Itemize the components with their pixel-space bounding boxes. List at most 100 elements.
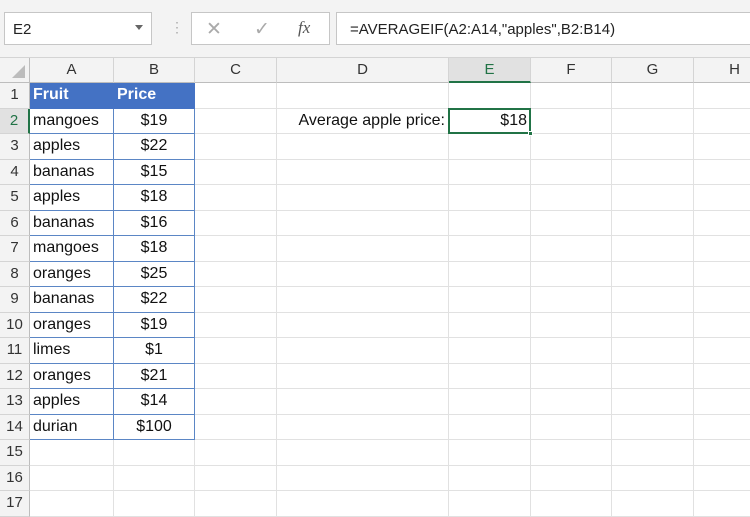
cell-h5[interactable] — [694, 185, 750, 211]
cell-d13[interactable] — [277, 389, 449, 415]
cell-f12[interactable] — [531, 363, 612, 389]
cell-h1[interactable] — [694, 83, 750, 109]
cell-g13[interactable] — [612, 389, 694, 415]
cell-c9[interactable] — [195, 287, 277, 313]
cell-b14[interactable]: $100 — [114, 414, 195, 440]
cell-c13[interactable] — [195, 389, 277, 415]
cell-g17[interactable] — [612, 491, 694, 517]
cell-e1[interactable] — [449, 83, 531, 109]
select-all-button[interactable] — [0, 58, 30, 83]
cell-h10[interactable] — [694, 313, 750, 338]
cell-d12[interactable] — [277, 363, 449, 389]
cell-b3[interactable]: $22 — [114, 134, 195, 160]
cell-d2[interactable]: Average apple price: — [277, 108, 449, 134]
cell-d7[interactable] — [277, 236, 449, 262]
cell-e9[interactable] — [449, 287, 531, 313]
drag-handle-icon[interactable]: ⋮ — [170, 19, 184, 36]
cell-f7[interactable] — [531, 236, 612, 262]
cell-a4[interactable]: bananas — [30, 159, 114, 185]
cell-e3[interactable] — [449, 134, 531, 160]
cell-c6[interactable] — [195, 210, 277, 236]
cell-a15[interactable] — [30, 440, 114, 466]
row-header-5[interactable]: 5 — [0, 185, 30, 211]
cell-f13[interactable] — [531, 389, 612, 415]
cell-b6[interactable]: $16 — [114, 210, 195, 236]
column-header-c[interactable]: C — [195, 58, 277, 83]
cell-a11[interactable]: limes — [30, 338, 114, 364]
cell-e10[interactable] — [449, 312, 531, 338]
cell-c8[interactable] — [195, 261, 277, 287]
cell-f11[interactable] — [531, 338, 612, 364]
cell-g4[interactable] — [612, 159, 694, 185]
column-header-a[interactable]: A — [30, 58, 114, 83]
cell-c12[interactable] — [195, 363, 277, 389]
cell-d5[interactable] — [277, 185, 449, 211]
cell-a16[interactable] — [30, 465, 114, 491]
cell-e14[interactable] — [449, 414, 531, 440]
cell-e7[interactable] — [449, 236, 531, 262]
cell-f8[interactable] — [531, 261, 612, 287]
cell-e17[interactable] — [449, 491, 531, 517]
cell-h15[interactable] — [694, 440, 750, 466]
cell-g3[interactable] — [612, 134, 694, 160]
cell-b12[interactable]: $21 — [114, 363, 195, 389]
cell-g10[interactable] — [612, 312, 694, 338]
cell-e5[interactable] — [449, 185, 531, 211]
row-header-1[interactable]: 1 — [0, 83, 30, 109]
cell-h11[interactable] — [694, 338, 750, 364]
row-header-13[interactable]: 13 — [0, 389, 30, 415]
row-header-16[interactable]: 16 — [0, 465, 30, 491]
cell-h12[interactable] — [694, 364, 750, 389]
cell-g1[interactable] — [612, 83, 694, 109]
formula-input[interactable]: =AVERAGEIF(A2:A14,"apples",B2:B14) — [336, 12, 750, 45]
cell-d1[interactable] — [277, 83, 449, 109]
enter-icon[interactable]: ✓ — [254, 18, 270, 41]
cell-b13[interactable]: $14 — [114, 389, 195, 415]
insert-function-icon[interactable]: fx — [298, 18, 310, 38]
cell-d4[interactable] — [277, 159, 449, 185]
cell-f15[interactable] — [531, 440, 612, 466]
cell-a17[interactable] — [30, 491, 114, 517]
cell-f2[interactable] — [531, 108, 612, 134]
cell-c4[interactable] — [195, 159, 277, 185]
cell-e6[interactable] — [449, 210, 531, 236]
cell-d6[interactable] — [277, 210, 449, 236]
cell-d16[interactable] — [277, 465, 449, 491]
cell-h3[interactable] — [694, 134, 750, 160]
row-header-4[interactable]: 4 — [0, 159, 30, 185]
cell-a1[interactable]: Fruit — [30, 83, 114, 109]
cell-c2[interactable] — [195, 108, 277, 134]
cell-e2[interactable]: $18 — [449, 108, 531, 134]
cell-e8[interactable] — [449, 261, 531, 287]
cell-g11[interactable] — [612, 338, 694, 364]
cell-g6[interactable] — [612, 210, 694, 236]
cell-g16[interactable] — [612, 465, 694, 491]
cell-f16[interactable] — [531, 465, 612, 491]
cell-d11[interactable] — [277, 338, 449, 364]
chevron-down-icon[interactable] — [135, 25, 143, 30]
cell-g15[interactable] — [612, 440, 694, 466]
cell-a5[interactable]: apples — [30, 185, 114, 211]
cell-a8[interactable]: oranges — [30, 261, 114, 287]
cell-g12[interactable] — [612, 363, 694, 389]
column-header-e[interactable]: E — [449, 58, 531, 83]
cell-g14[interactable] — [612, 414, 694, 440]
cell-e12[interactable] — [449, 363, 531, 389]
cell-b8[interactable]: $25 — [114, 261, 195, 287]
cell-a2[interactable]: mangoes — [30, 108, 114, 134]
column-header-b[interactable]: B — [114, 58, 195, 83]
cell-c15[interactable] — [195, 440, 277, 466]
cell-h9[interactable] — [694, 287, 750, 313]
cell-h6[interactable] — [694, 211, 750, 236]
cell-a3[interactable]: apples — [30, 134, 114, 160]
cell-e15[interactable] — [449, 440, 531, 466]
row-header-3[interactable]: 3 — [0, 134, 30, 160]
cell-f10[interactable] — [531, 312, 612, 338]
cell-h8[interactable] — [694, 262, 750, 287]
cell-h16[interactable] — [694, 466, 750, 491]
row-header-9[interactable]: 9 — [0, 287, 30, 313]
cell-a6[interactable]: bananas — [30, 210, 114, 236]
cell-g2[interactable] — [612, 108, 694, 134]
cell-g8[interactable] — [612, 261, 694, 287]
cell-h4[interactable] — [694, 160, 750, 185]
